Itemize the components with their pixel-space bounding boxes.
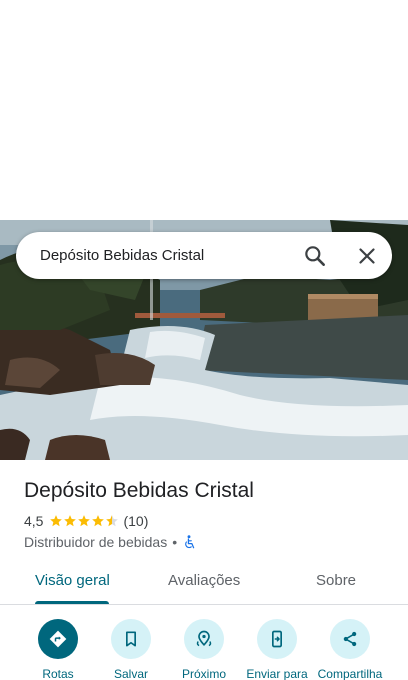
separator-dot: •: [172, 534, 178, 550]
star-half-icon: [106, 515, 119, 527]
wheelchair-accessible-icon: [182, 534, 196, 550]
rating-row[interactable]: 4,5 (10): [24, 512, 148, 530]
search-icon[interactable]: [302, 243, 328, 269]
tab-about[interactable]: Sobre: [316, 572, 356, 589]
nearby-icon: [184, 619, 224, 659]
share-button[interactable]: Compartilha: [310, 619, 390, 680]
tab-reviews[interactable]: Avaliações: [168, 572, 240, 589]
bookmark-icon: [111, 619, 151, 659]
send-to-phone-label: Enviar para: [246, 667, 308, 680]
share-icon: [330, 619, 370, 659]
directions-icon: [38, 619, 78, 659]
send-to-phone-icon: [257, 619, 297, 659]
search-input[interactable]: Depósito Bebidas Cristal: [40, 247, 204, 264]
search-bar[interactable]: Depósito Bebidas Cristal: [16, 232, 392, 279]
directions-button[interactable]: Rotas: [18, 619, 98, 680]
active-tab-indicator: [35, 601, 109, 604]
place-category: Distribuidor de bebidas: [24, 534, 168, 550]
nearby-button[interactable]: Próximo: [164, 619, 244, 680]
rating-stars: [49, 514, 119, 528]
place-tabs: Visão geral Avaliações Sobre: [0, 556, 408, 605]
action-bar: Rotas Salvar Próximo Enviar para Compart…: [0, 606, 408, 680]
nearby-label: Próximo: [181, 667, 226, 680]
tab-overview[interactable]: Visão geral: [35, 572, 110, 589]
star-icon: [92, 515, 105, 527]
review-count[interactable]: (10): [123, 513, 148, 529]
save-label: Salvar: [113, 667, 148, 680]
star-icon: [78, 515, 91, 527]
star-icon: [50, 515, 63, 527]
place-title: Depósito Bebidas Cristal: [24, 479, 254, 502]
close-icon[interactable]: [354, 243, 380, 269]
star-icon: [64, 515, 77, 527]
directions-label: Rotas: [42, 667, 74, 680]
save-button[interactable]: Salvar: [91, 619, 171, 680]
send-to-phone-button[interactable]: Enviar para: [237, 619, 317, 680]
share-label: Compartilha: [317, 667, 383, 680]
rating-value: 4,5: [24, 513, 44, 529]
category-row: Distribuidor de bebidas •: [24, 533, 196, 551]
